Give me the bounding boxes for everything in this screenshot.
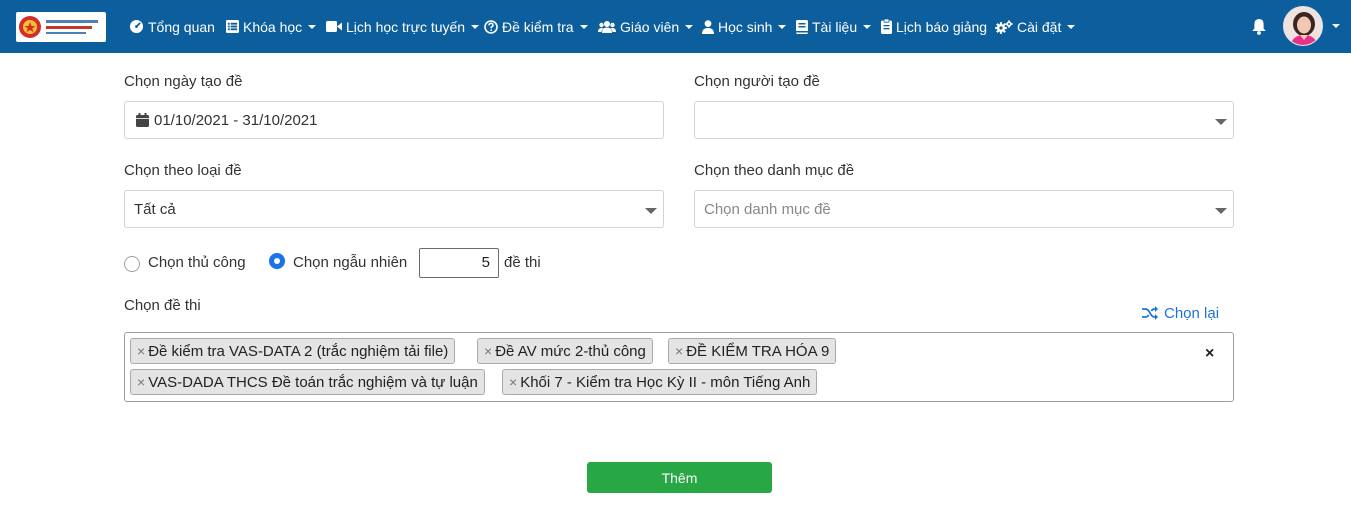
remove-tag-icon[interactable]: ×: [137, 374, 145, 390]
list-icon: [226, 20, 239, 33]
selected-exam-tag: × Khối 7 - Kiểm tra Học Kỳ II - môn Tiến…: [502, 369, 818, 395]
nav-label: Học sinh: [718, 18, 773, 35]
chevron-down-icon: [308, 24, 317, 29]
nav-lich-hoc-truc-tuyen[interactable]: Lịch học trực tuyến: [326, 0, 480, 53]
chevron-down-icon: [1215, 208, 1227, 214]
selected-exam-label: Đề kiểm tra VAS-DATA 2 (trắc nghiệm tải …: [148, 342, 449, 360]
avatar[interactable]: [1283, 6, 1323, 46]
radio-random-label[interactable]: Chọn ngẫu nhiên: [293, 254, 407, 271]
add-button[interactable]: Thêm: [587, 462, 772, 493]
cogs-icon: [995, 19, 1013, 34]
nav-tong-quan[interactable]: Tổng quan: [129, 0, 215, 53]
chevron-down-icon: [1067, 24, 1076, 29]
remove-tag-icon[interactable]: ×: [137, 343, 145, 359]
selected-exam-label: VAS-DADA THCS Đề toán trắc nghiệm và tự …: [148, 373, 478, 391]
users-icon: [598, 21, 616, 33]
remove-tag-icon[interactable]: ×: [509, 374, 517, 390]
radio-manual-label[interactable]: Chọn thủ công: [148, 254, 246, 271]
random-count-suffix: đề thi: [504, 254, 541, 271]
chevron-down-icon: [579, 24, 588, 29]
nav-khoa-hoc[interactable]: Khóa học: [226, 0, 317, 53]
random-count-input[interactable]: 5: [419, 248, 499, 278]
nav-tai-lieu[interactable]: Tài liệu: [796, 0, 872, 53]
chevron-down-icon: [863, 24, 872, 29]
nav-label: Lịch học trực tuyến: [346, 18, 466, 35]
chevron-down-icon: [645, 208, 657, 214]
nav-hoc-sinh[interactable]: Học sinh: [702, 0, 787, 53]
selected-exam-tag: × Đề AV mức 2-thủ công: [477, 338, 653, 364]
clipboard-icon: [881, 19, 892, 34]
radio-random[interactable]: [269, 253, 285, 269]
chevron-down-icon: [685, 24, 694, 29]
question-circle-icon: [484, 19, 498, 34]
category-select[interactable]: Chọn danh mục đề: [694, 190, 1234, 228]
chevron-down-icon: [471, 24, 480, 29]
selected-exam-tag: × VAS-DADA THCS Đề toán trắc nghiệm và t…: [130, 369, 485, 395]
creator-label: Chọn người tạo đề: [694, 73, 820, 90]
selected-exam-tag: × ĐỀ KIỂM TRA HÓA 9: [668, 338, 837, 364]
user-icon: [702, 19, 714, 34]
exam-type-label: Chọn theo loại đề: [124, 162, 242, 179]
chevron-down-icon[interactable]: [1332, 24, 1340, 28]
category-label: Chọn theo danh mục đề: [694, 162, 855, 179]
remove-tag-icon[interactable]: ×: [484, 343, 492, 359]
exam-multiselect[interactable]: × Đề kiểm tra VAS-DATA 2 (trắc nghiệm tả…: [124, 332, 1234, 402]
reset-link[interactable]: Chọn lại: [1142, 303, 1219, 323]
nav-label: Khóa học: [243, 18, 303, 35]
video-icon: [326, 21, 342, 32]
selected-exam-tag: × Đề kiểm tra VAS-DATA 2 (trắc nghiệm tả…: [130, 338, 456, 364]
remove-tag-icon[interactable]: ×: [675, 343, 683, 359]
nav-label: Tài liệu: [812, 18, 858, 35]
nav-label: Giáo viên: [620, 18, 680, 35]
reset-label: Chọn lại: [1164, 304, 1220, 322]
nav-label: Tổng quan: [148, 18, 215, 35]
exams-label: Chọn đề thi: [124, 297, 201, 314]
chevron-down-icon: [778, 24, 787, 29]
dashboard-icon: [129, 19, 144, 34]
notification-bell-icon[interactable]: [1251, 18, 1267, 40]
nav-giao-vien[interactable]: Giáo viên: [598, 0, 694, 53]
date-range-label: Chọn ngày tạo đề: [124, 73, 243, 90]
nav-label: Lịch báo giảng: [896, 18, 988, 35]
date-range-value: 01/10/2021 - 31/10/2021: [154, 111, 318, 129]
creator-select[interactable]: [694, 101, 1234, 139]
clear-all-icon[interactable]: ×: [1205, 345, 1214, 363]
nav-lich-bao-giang[interactable]: Lịch báo giảng: [881, 0, 987, 53]
school-logo[interactable]: [16, 12, 106, 42]
selected-exam-label: ĐỀ KIỂM TRA HÓA 9: [686, 342, 830, 360]
selected-exam-label: Khối 7 - Kiểm tra Học Kỳ II - môn Tiếng …: [520, 373, 811, 391]
top-navbar: Tổng quan Khóa học Lịch học trực tuyến Đ…: [0, 0, 1351, 53]
category-placeholder: Chọn danh mục đề: [704, 200, 831, 218]
exam-type-value: Tất cả: [134, 200, 176, 218]
shuffle-icon: [1142, 306, 1158, 320]
nav-cai-dat[interactable]: Cài đặt: [995, 0, 1076, 53]
nav-label: Đề kiểm tra: [502, 18, 574, 35]
book-icon: [796, 19, 808, 34]
calendar-icon: [136, 113, 149, 127]
chevron-down-icon: [1215, 119, 1227, 125]
selected-exam-label: Đề AV mức 2-thủ công: [495, 342, 646, 360]
nav-de-kiem-tra[interactable]: Đề kiểm tra: [484, 0, 588, 53]
nav-label: Cài đặt: [1017, 18, 1062, 35]
radio-manual[interactable]: [124, 256, 140, 272]
date-range-input[interactable]: 01/10/2021 - 31/10/2021: [124, 101, 664, 139]
exam-type-select[interactable]: Tất cả: [124, 190, 664, 228]
